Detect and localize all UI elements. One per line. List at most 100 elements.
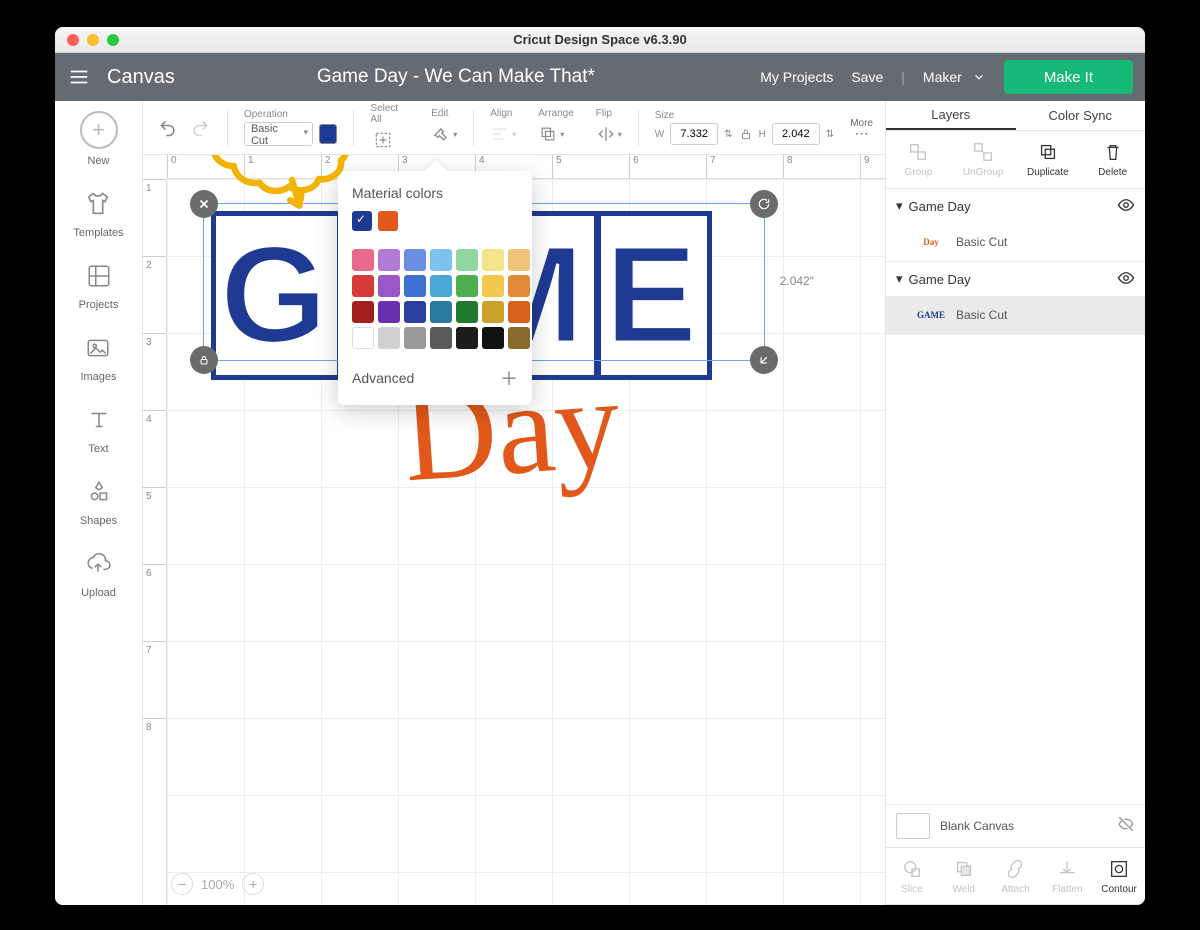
layer-group-header[interactable]: ▾Game Day [886, 262, 1145, 296]
palette-swatch[interactable] [456, 327, 478, 349]
palette-swatch[interactable] [430, 327, 452, 349]
material-swatch[interactable] [352, 211, 372, 231]
eye-icon[interactable] [1117, 269, 1135, 290]
advanced-toggle[interactable]: Advanced [352, 370, 414, 386]
palette-swatch[interactable] [508, 249, 530, 271]
palette-swatch[interactable] [482, 327, 504, 349]
palette-swatch[interactable] [508, 327, 530, 349]
layer-item[interactable]: GAMEBasic Cut [886, 296, 1145, 334]
rail-text[interactable]: Text [82, 403, 116, 455]
rotate-handle[interactable] [750, 190, 778, 218]
tool-group[interactable]: Group [886, 131, 951, 188]
palette-swatch[interactable] [404, 301, 426, 323]
edit-label: Edit [431, 108, 448, 119]
palette-swatch[interactable] [352, 301, 374, 323]
select-all-button[interactable] [370, 127, 396, 153]
chevron-down-icon [972, 70, 986, 84]
layer-item[interactable]: DayBasic Cut [886, 223, 1145, 261]
edit-button[interactable]: ▾ [431, 121, 457, 147]
palette-swatch[interactable] [404, 327, 426, 349]
zoom-window-button[interactable] [107, 34, 119, 46]
align-button[interactable]: ▾ [490, 121, 516, 147]
palette-swatch[interactable] [482, 249, 504, 271]
eye-icon[interactable] [1117, 196, 1135, 217]
zoom-value: 100% [201, 877, 234, 892]
lock-icon[interactable] [739, 127, 753, 141]
h-label: H [759, 129, 766, 140]
palette-swatch[interactable] [378, 301, 400, 323]
tool-contour[interactable]: Contour [1093, 848, 1145, 904]
palette-swatch[interactable] [508, 301, 530, 323]
canvas-area[interactable]: 0123456789 12345678 GAME Day 2.042" Mate… [143, 155, 885, 905]
operation-select[interactable]: Basic Cut [244, 122, 313, 146]
flatten-icon [1056, 858, 1078, 880]
machine-select[interactable]: Maker [923, 69, 986, 85]
rail-templates[interactable]: Templates [73, 187, 123, 239]
text-icon [82, 403, 116, 437]
lock-handle[interactable] [190, 346, 218, 374]
rail-new[interactable]: +New [80, 111, 118, 167]
palette-swatch[interactable] [482, 301, 504, 323]
palette-swatch[interactable] [456, 249, 478, 271]
height-input[interactable] [772, 123, 820, 145]
palette-swatch[interactable] [430, 249, 452, 271]
rail-shapes[interactable]: Shapes [80, 475, 117, 527]
tool-delete[interactable]: Delete [1080, 131, 1145, 188]
tool-duplicate[interactable]: Duplicate [1016, 131, 1081, 188]
close-window-button[interactable] [67, 34, 79, 46]
delete-handle[interactable] [190, 190, 218, 218]
menu-button[interactable] [55, 53, 103, 101]
arrange-button[interactable]: ▾ [538, 121, 564, 147]
tool-flatten[interactable]: Flatten [1041, 848, 1093, 904]
ruler-tick: 4 [143, 410, 166, 487]
scale-handle[interactable] [750, 346, 778, 374]
tab-colorsync[interactable]: Color Sync [1016, 101, 1146, 130]
palette-swatch[interactable] [508, 275, 530, 297]
make-it-button[interactable]: Make It [1004, 60, 1133, 94]
tab-layers[interactable]: Layers [886, 101, 1016, 130]
zoom-out-button[interactable]: − [171, 873, 193, 895]
project-title[interactable]: Game Day - We Can Make That* [317, 66, 595, 88]
palette-swatch[interactable] [456, 275, 478, 297]
material-swatch[interactable] [378, 211, 398, 231]
visibility-off-icon[interactable] [1117, 815, 1135, 838]
minimize-window-button[interactable] [87, 34, 99, 46]
zoom-in-button[interactable]: + [242, 873, 264, 895]
tool-attach[interactable]: Attach [990, 848, 1042, 904]
blank-canvas-row[interactable]: Blank Canvas [886, 804, 1145, 847]
palette-swatch[interactable] [404, 249, 426, 271]
rail-upload[interactable]: Upload [81, 547, 116, 599]
rail-projects[interactable]: Projects [79, 259, 119, 311]
more-button[interactable]: More⋯ [850, 118, 877, 137]
palette-swatch[interactable] [482, 275, 504, 297]
ruler-tick: 0 [167, 155, 244, 178]
palette-swatch[interactable] [404, 275, 426, 297]
palette-swatch[interactable] [352, 249, 374, 271]
plus-icon[interactable]: ＋ [500, 365, 518, 391]
palette-swatch[interactable] [456, 301, 478, 323]
flip-label: Flip [596, 108, 612, 119]
palette-swatch[interactable] [352, 275, 374, 297]
tool-slice[interactable]: Slice [886, 848, 938, 904]
undo-button[interactable] [155, 115, 181, 141]
rail-label: Shapes [80, 515, 117, 527]
redo-button[interactable] [187, 115, 213, 141]
tool-weld[interactable]: Weld [938, 848, 990, 904]
palette-swatch[interactable] [378, 249, 400, 271]
ruler-tick: 3 [143, 333, 166, 410]
palette-swatch[interactable] [430, 301, 452, 323]
rail-images[interactable]: Images [80, 331, 116, 383]
width-input[interactable] [670, 123, 718, 145]
flip-button[interactable]: ▾ [596, 121, 622, 147]
palette-swatch[interactable] [352, 327, 374, 349]
popover-title: Material colors [352, 185, 518, 201]
operation-color-swatch[interactable] [319, 124, 337, 144]
save-link[interactable]: Save [851, 69, 883, 85]
my-projects-link[interactable]: My Projects [760, 69, 833, 85]
layer-group-header[interactable]: ▾Game Day [886, 189, 1145, 223]
palette-swatch[interactable] [378, 327, 400, 349]
tool-ungroup[interactable]: UnGroup [951, 131, 1016, 188]
palette-swatch[interactable] [430, 275, 452, 297]
blank-canvas-swatch [896, 813, 930, 839]
palette-swatch[interactable] [378, 275, 400, 297]
